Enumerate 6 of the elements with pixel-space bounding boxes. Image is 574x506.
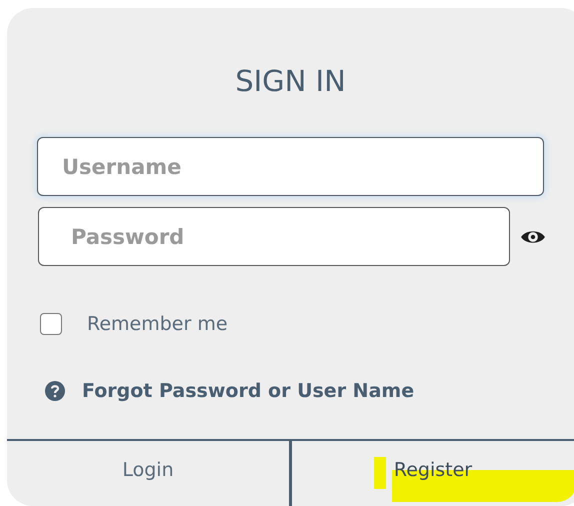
username-field[interactable]: Username <box>37 137 544 196</box>
forgot-password-link[interactable]: Forgot Password or User Name <box>82 380 414 402</box>
sign-in-title: SIGN IN <box>234 63 347 100</box>
password-field[interactable]: Password <box>38 207 510 266</box>
remember-label: Remember me <box>87 313 228 335</box>
login-button[interactable]: Login <box>7 441 289 506</box>
